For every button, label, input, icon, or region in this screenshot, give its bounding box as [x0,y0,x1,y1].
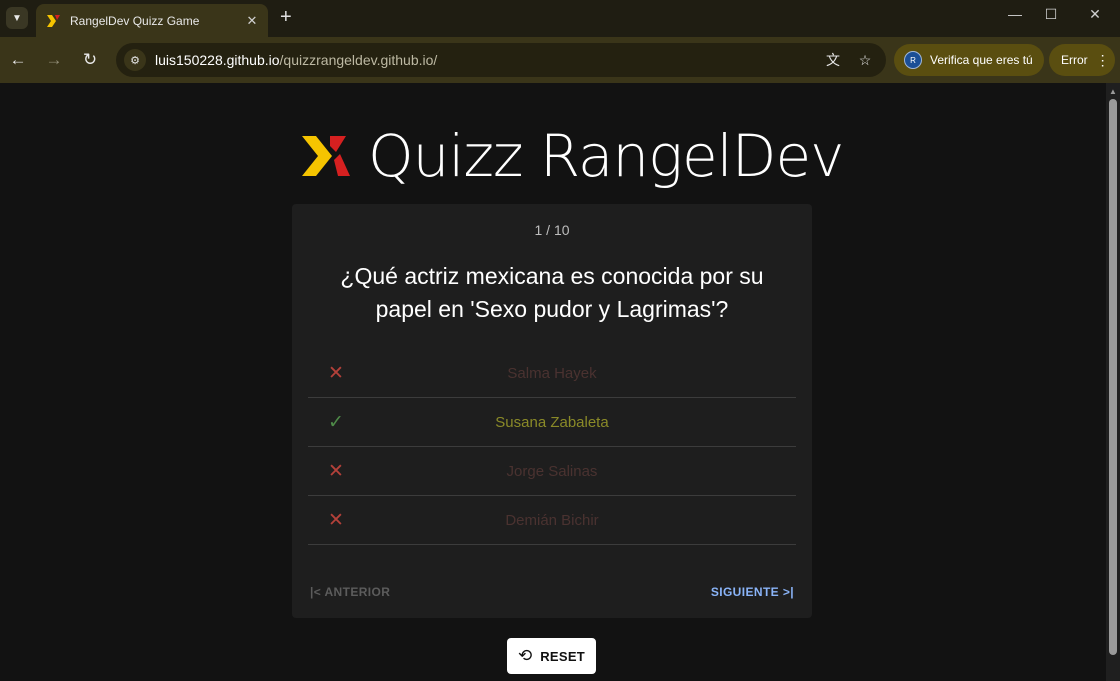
reset-icon: ⟲ [517,646,533,665]
url-text[interactable]: luis150228.github.io/quizzrangeldev.gith… [155,52,822,68]
reset-button[interactable]: ⟲ RESET [507,638,596,674]
answer-label: Jorge Salinas [506,462,598,480]
browser-tab-bar: ▼ RangelDev Quizz Game ✕ + — ☐ ✕ [0,0,1120,37]
profile-label: Verifica que eres tú [930,53,1033,67]
check-icon: ✓ [328,411,344,433]
quiz-card: 1 / 10 ¿Qué actriz mexicana es conocida … [292,204,812,618]
back-button[interactable]: ← [6,48,30,72]
browser-toolbar: ← → ↻ ⚙ luis150228.github.io/quizzrangel… [0,37,1120,83]
site-info-icon[interactable]: ⚙ [124,49,146,71]
answer-option[interactable]: ✕ Salma Hayek [308,349,796,398]
tab-close-icon[interactable]: ✕ [244,13,260,29]
answer-option[interactable]: ✕ Demián Bichir [308,496,796,545]
answer-option[interactable]: ✓ Susana Zabaleta [308,398,796,447]
arrow-right-icon: → [45,50,63,69]
window-close-icon[interactable]: ✕ [1080,6,1110,23]
error-label: Error [1061,53,1088,67]
page-title: Quizz RangelDev [368,122,844,190]
question-text: ¿Qué actriz mexicana es conocida por su … [340,263,764,322]
minimize-icon[interactable]: — [1000,6,1030,22]
answer-list: ✕ Salma Hayek ✓ Susana Zabaleta ✕ Jorge … [308,349,796,545]
bookmark-star-icon[interactable]: ☆ [854,52,876,69]
address-bar[interactable]: ⚙ luis150228.github.io/quizzrangeldev.gi… [116,43,886,77]
profile-button[interactable]: R Verifica que eres tú [894,44,1044,76]
translate-icon[interactable]: 文 [822,50,844,70]
question-counter: 1 / 10 [534,222,570,238]
reset-label: RESET [540,648,586,664]
answer-label: Susana Zabaleta [495,413,609,431]
arrow-left-icon: ← [9,50,27,69]
answer-label: Demián Bichir [505,511,599,529]
first-page-icon: |< [310,585,322,599]
error-menu-button[interactable]: Error ⋮ [1049,44,1115,76]
url-host: luis150228.github.io [155,52,280,68]
previous-button[interactable]: |< ANTERIOR [310,585,390,599]
new-tab-button[interactable]: + [280,7,292,27]
rangeldev-favicon-icon [47,14,60,27]
tab-search-button[interactable]: ▼ [6,7,28,29]
scrollbar-thumb[interactable] [1109,99,1117,655]
reload-icon: ↻ [82,50,98,69]
active-tab[interactable]: RangelDev Quizz Game ✕ [36,4,268,37]
app-header: Quizz RangelDev [300,121,844,191]
maximize-icon[interactable]: ☐ [1036,6,1066,23]
answer-option[interactable]: ✕ Jorge Salinas [308,447,796,496]
next-label: SIGUIENTE [710,585,780,599]
cross-icon: ✕ [328,460,344,482]
url-path: /quizzrangeldev.github.io/ [279,52,438,68]
avatar: R [904,51,922,69]
cross-icon: ✕ [328,362,344,384]
chevron-down-icon: ▼ [12,12,22,24]
more-vert-icon: ⋮ [1095,51,1110,68]
rangeldev-logo-icon [302,136,350,176]
last-page-icon: >| [782,585,794,599]
tab-title: RangelDev Quizz Game [70,13,200,28]
next-button[interactable]: SIGUIENTE >| [711,585,794,599]
scroll-up-icon[interactable]: ▲ [1109,87,1117,96]
page-content: Quizz RangelDev 1 / 10 ¿Qué actriz mexic… [0,83,1106,681]
cross-icon: ✕ [328,509,344,531]
answer-label: Salma Hayek [507,364,597,382]
forward-button[interactable]: → [42,48,66,72]
page-scrollbar[interactable]: ▲ [1106,83,1120,681]
reload-button[interactable]: ↻ [78,48,102,72]
previous-label: ANTERIOR [324,585,391,599]
